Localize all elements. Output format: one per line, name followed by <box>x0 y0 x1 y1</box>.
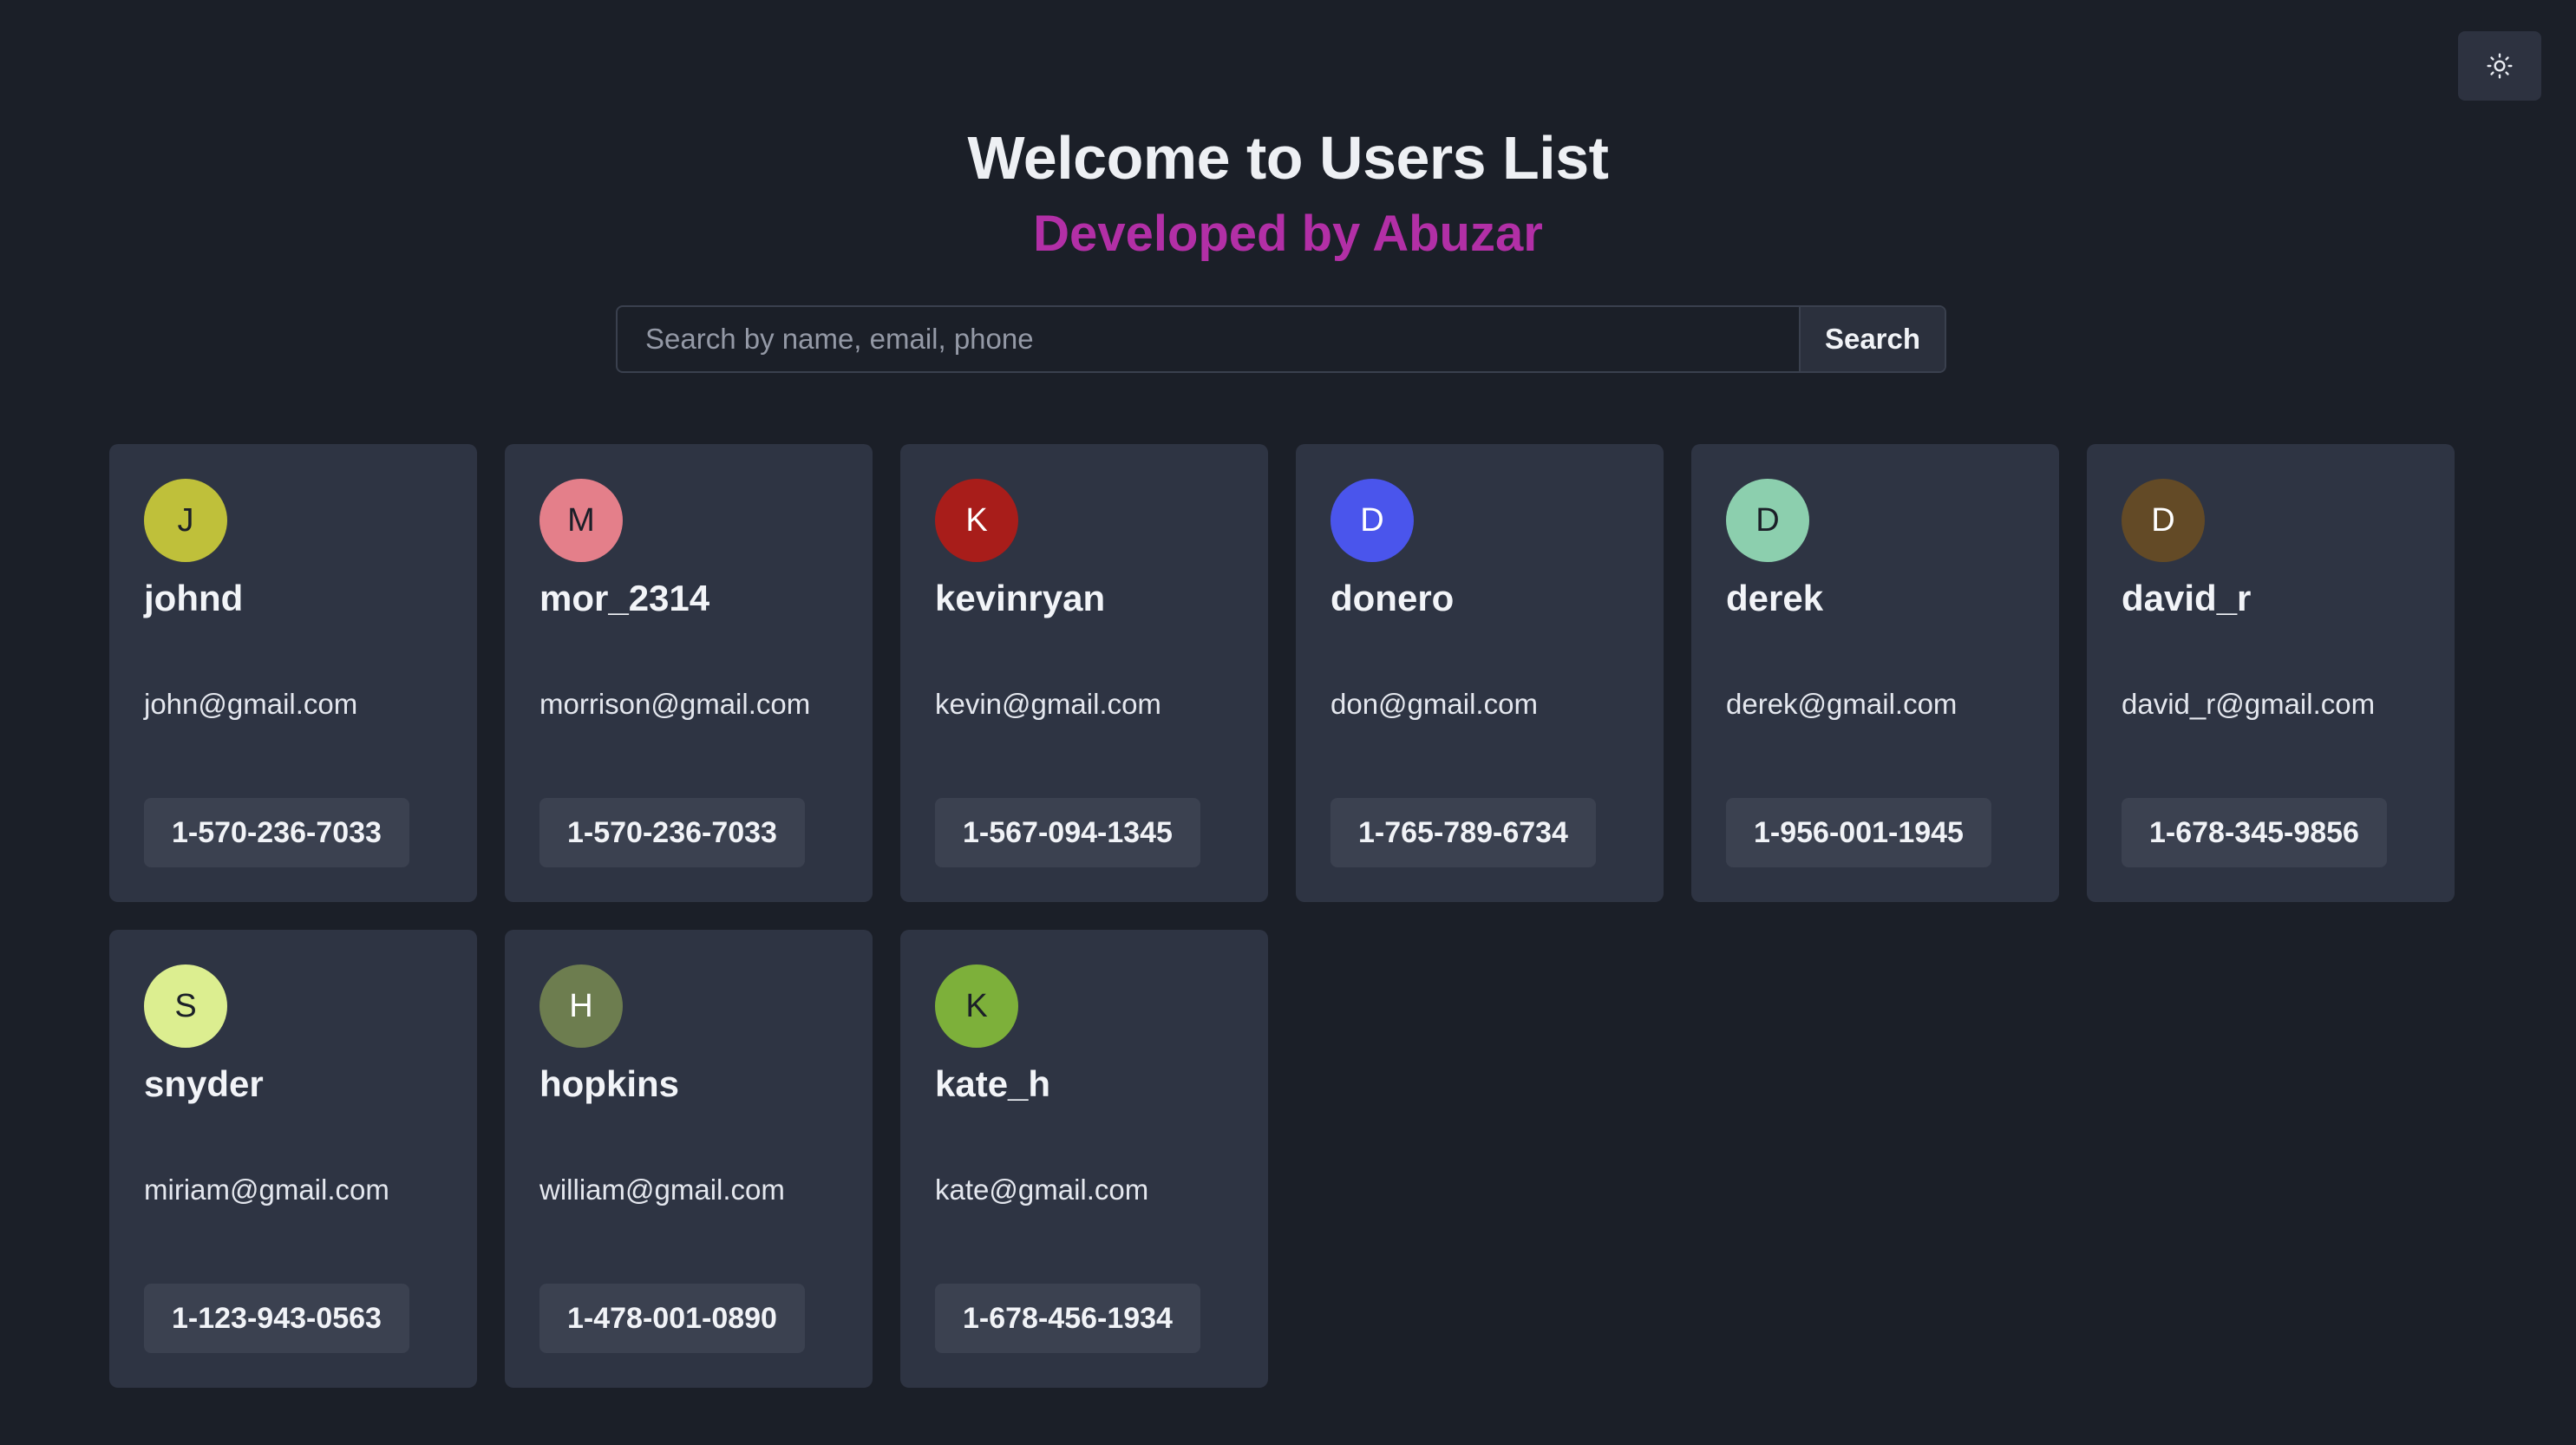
avatar: D <box>1330 479 1414 562</box>
user-phone-badge[interactable]: 1-567-094-1345 <box>935 798 1200 867</box>
search-bar: Search <box>616 305 1946 373</box>
user-phone-badge[interactable]: 1-570-236-7033 <box>144 798 409 867</box>
user-email: don@gmail.com <box>1330 688 1538 720</box>
user-email: derek@gmail.com <box>1726 688 1958 720</box>
user-name: kate_h <box>935 1063 1051 1104</box>
avatar: J <box>144 479 227 562</box>
user-email: david_r@gmail.com <box>2122 688 2376 720</box>
user-name: donero <box>1330 578 1455 618</box>
user-name: derek <box>1726 578 1824 618</box>
page-header: Welcome to Users List Developed by Abuza… <box>0 120 2576 267</box>
avatar: K <box>935 479 1018 562</box>
avatar: S <box>144 964 227 1048</box>
search-button[interactable]: Search <box>1799 307 1945 371</box>
user-card: Ddonero don@gmail.com 1-765-789-6734 <box>1296 444 1664 902</box>
user-email: kate@gmail.com <box>935 1174 1149 1206</box>
avatar: H <box>539 964 623 1048</box>
user-name: kevinryan <box>935 578 1106 618</box>
user-card: Mmor_2314 morrison@gmail.com 1-570-236-703… <box>505 444 873 902</box>
avatar: D <box>2122 479 2205 562</box>
user-phone-badge[interactable]: 1-678-345-9856 <box>2122 798 2387 867</box>
user-phone-badge[interactable]: 1-123-943-0563 <box>144 1284 409 1353</box>
user-name: snyder <box>144 1063 264 1104</box>
user-card: Kkate_h kate@gmail.com 1-678-456-1934 <box>900 930 1268 1388</box>
user-phone-badge[interactable]: 1-765-789-6734 <box>1330 798 1596 867</box>
user-phone-badge[interactable]: 1-570-236-7033 <box>539 798 805 867</box>
user-card: Ddavid_r david_r@gmail.com 1-678-345-9856 <box>2087 444 2455 902</box>
user-email: morrison@gmail.com <box>539 688 811 720</box>
user-name: mor_2314 <box>539 578 710 618</box>
user-card: Dderek derek@gmail.com 1-956-001-1945 <box>1691 444 2059 902</box>
user-phone-badge[interactable]: 1-956-001-1945 <box>1726 798 1991 867</box>
user-name: david_r <box>2122 578 2252 618</box>
user-phone-badge[interactable]: 1-478-001-0890 <box>539 1284 805 1353</box>
user-card-grid: Jjohnd john@gmail.com 1-570-236-7033 Mmor_2… <box>109 444 2467 1388</box>
user-card: Jjohnd john@gmail.com 1-570-236-7033 <box>109 444 477 902</box>
user-email: miriam@gmail.com <box>144 1174 389 1206</box>
user-card: Kkevinryan kevin@gmail.com 1-567-094-1345 <box>900 444 1268 902</box>
user-email: kevin@gmail.com <box>935 688 1161 720</box>
sun-icon <box>2486 52 2514 80</box>
user-email: william@gmail.com <box>539 1174 785 1206</box>
user-name: johnd <box>144 578 244 618</box>
user-card: Ssnyder miriam@gmail.com 1-123-943-0563 <box>109 930 477 1388</box>
avatar: M <box>539 479 623 562</box>
avatar: D <box>1726 479 1809 562</box>
search-input[interactable] <box>618 307 1799 371</box>
user-email: john@gmail.com <box>144 688 358 720</box>
page-title: Welcome to Users List <box>967 124 1610 192</box>
user-name: hopkins <box>539 1063 680 1104</box>
theme-toggle-button[interactable] <box>2458 31 2541 101</box>
user-card: Hhopkins william@gmail.com 1-478-001-0890 <box>505 930 873 1388</box>
user-phone-badge[interactable]: 1-678-456-1934 <box>935 1284 1200 1353</box>
page-subtitle: Developed by Abuzar <box>1033 206 1543 262</box>
avatar: K <box>935 964 1018 1048</box>
